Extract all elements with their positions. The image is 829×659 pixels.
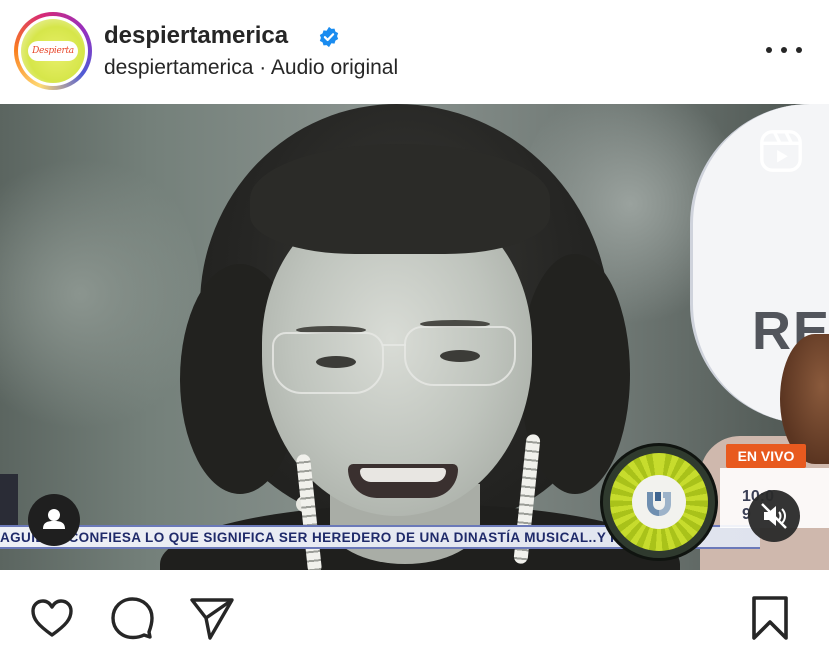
audio-subline[interactable]: despiertamerica · Audio original	[104, 56, 398, 80]
live-badge: EN VIVO	[726, 444, 806, 468]
heart-icon[interactable]	[28, 594, 76, 642]
post-actions	[0, 570, 829, 659]
comment-icon[interactable]	[108, 594, 156, 642]
mute-button[interactable]	[748, 490, 800, 542]
ticker-text: AGUILAR CONFIESA LO QUE SIGNIFICA SER HE…	[0, 530, 621, 545]
send-icon[interactable]	[188, 594, 236, 642]
avatar-logo: Despierta	[28, 41, 78, 61]
background-blur	[0, 144, 200, 444]
bookmark-icon[interactable]	[746, 594, 794, 642]
reels-icon	[760, 130, 802, 172]
username-link[interactable]: despiertamerica	[104, 22, 288, 50]
muted-speaker-icon	[761, 503, 787, 529]
avatar-image: Despierta	[21, 19, 85, 83]
user-tag-icon	[43, 509, 65, 529]
profile-avatar[interactable]: Despierta	[14, 12, 92, 90]
post-header: Despierta despiertamerica despiertameric…	[0, 0, 829, 104]
univision-mark-icon	[647, 492, 671, 516]
glasses	[272, 332, 384, 394]
univision-logo	[600, 443, 718, 561]
user-tag-button[interactable]	[28, 494, 80, 546]
verified-badge-icon	[319, 26, 339, 48]
more-options-icon[interactable]	[766, 44, 802, 56]
reel-video[interactable]: RE AGUILAR CONFIESA LO QUE SIGNIFICA SER…	[0, 104, 829, 570]
